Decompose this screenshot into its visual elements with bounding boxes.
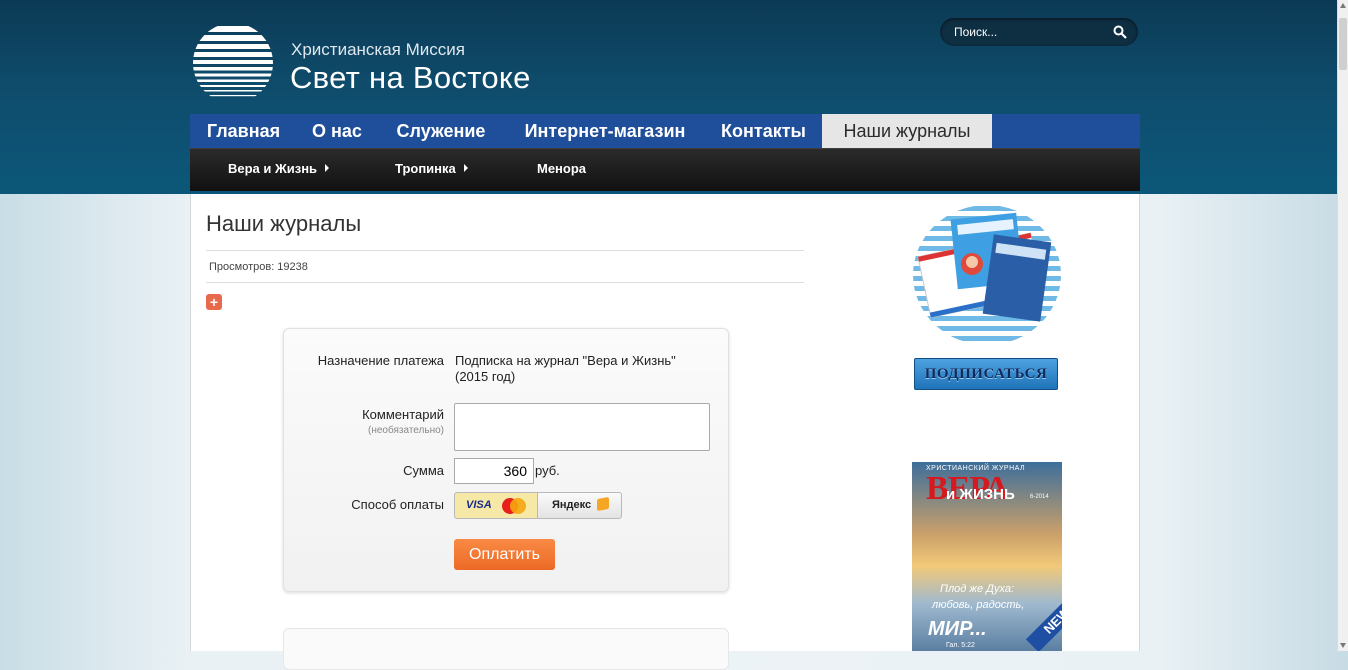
page-title: Наши журналы bbox=[206, 211, 362, 236]
vertical-scrollbar[interactable] bbox=[1337, 0, 1348, 651]
cover-quote-line2: любовь, радость, bbox=[932, 599, 1025, 611]
amount-label: Сумма bbox=[403, 463, 444, 478]
scroll-down-arrow-icon[interactable] bbox=[1340, 643, 1346, 648]
sunrise-logo-icon[interactable] bbox=[192, 26, 274, 100]
scroll-thumb[interactable] bbox=[1339, 18, 1347, 70]
payment-method-visa[interactable]: VISA bbox=[454, 492, 538, 519]
main-navigation: Главная О нас Служение Интернет-магазин … bbox=[190, 114, 1140, 148]
cover-quote-line1: Плод же Духа: bbox=[940, 583, 1015, 595]
visa-label: VISA bbox=[466, 499, 492, 511]
search-icon[interactable] bbox=[1113, 25, 1127, 39]
pay-button[interactable]: Оплатить bbox=[454, 539, 555, 570]
cover-issue: 6-2014 bbox=[1030, 494, 1049, 500]
second-payment-form bbox=[283, 628, 729, 670]
divider bbox=[206, 282, 804, 283]
subnav-item-tropinka[interactable]: Тропинка bbox=[395, 161, 468, 176]
nav-item-ministry[interactable]: Служение bbox=[377, 114, 505, 148]
views-counter: Просмотров: 19238 bbox=[209, 261, 308, 273]
subnav-item-menora[interactable]: Менора bbox=[537, 161, 586, 176]
divider bbox=[206, 250, 804, 251]
caret-right-icon bbox=[325, 163, 330, 172]
scroll-up-arrow-icon[interactable] bbox=[1340, 3, 1346, 8]
subnav-item-label: Тропинка bbox=[395, 161, 456, 176]
nav-item-shop[interactable]: Интернет-магазин bbox=[505, 114, 705, 148]
cover-reference: Гал. 5:22 bbox=[946, 642, 975, 649]
brand-subtitle: Христианская Миссия bbox=[291, 40, 465, 59]
amount-input[interactable] bbox=[454, 458, 534, 484]
mastercard-icon bbox=[502, 498, 526, 514]
purpose-label: Назначение платежа bbox=[317, 353, 444, 368]
search-input[interactable] bbox=[952, 24, 1106, 40]
comment-textarea[interactable] bbox=[454, 403, 710, 451]
subscribe-button[interactable]: ПОДПИСАТЬСЯ bbox=[914, 358, 1058, 390]
currency-label: руб. bbox=[535, 463, 560, 478]
nav-item-journals[interactable]: Наши журналы bbox=[822, 114, 992, 148]
search-box bbox=[940, 18, 1138, 46]
expand-plus-icon[interactable]: + bbox=[206, 294, 222, 310]
yandex-wallet-icon bbox=[597, 496, 609, 512]
payment-form: Назначение платежа Подписка на журнал "В… bbox=[283, 328, 729, 592]
subnav-item-label: Вера и Жизнь bbox=[228, 161, 318, 176]
payment-method-label: Способ оплаты bbox=[351, 497, 444, 512]
comment-label: Комментарий bbox=[362, 407, 444, 422]
sub-navigation: Вера и Жизнь Тропинка Менора bbox=[190, 148, 1140, 191]
nav-item-contacts[interactable]: Контакты bbox=[705, 114, 822, 148]
nav-item-home[interactable]: Главная bbox=[190, 114, 297, 148]
nav-item-about[interactable]: О нас bbox=[297, 114, 377, 148]
cover-quote-line3: МИР... bbox=[928, 618, 987, 640]
purpose-value-line1: Подписка на журнал "Вера и Жизнь" bbox=[455, 353, 676, 368]
payment-method-yandex[interactable]: Яндекс bbox=[537, 492, 622, 519]
purpose-value-line2: (2015 год) bbox=[455, 369, 516, 384]
cover-corner-band: NEW bbox=[1025, 589, 1062, 651]
cover-subtitle: и ЖИЗНЬ bbox=[946, 486, 1015, 503]
content-area: Наши журналы Просмотров: 19238 + Назначе… bbox=[190, 194, 1140, 670]
magazines-promo-image[interactable] bbox=[912, 204, 1062, 346]
brand-title[interactable]: Свет на Востоке bbox=[290, 60, 531, 96]
caret-right-icon bbox=[463, 163, 468, 172]
subnav-item-vera-i-zhizn[interactable]: Вера и Жизнь bbox=[228, 161, 330, 176]
yandex-label: Яндекс bbox=[552, 499, 592, 511]
comment-hint: (необязательно) bbox=[368, 425, 444, 436]
magazine-cover-image[interactable]: ХРИСТИАНСКИЙ ЖУРНАЛ ВЕРА и ЖИЗНЬ 6-2014 … bbox=[912, 462, 1062, 651]
